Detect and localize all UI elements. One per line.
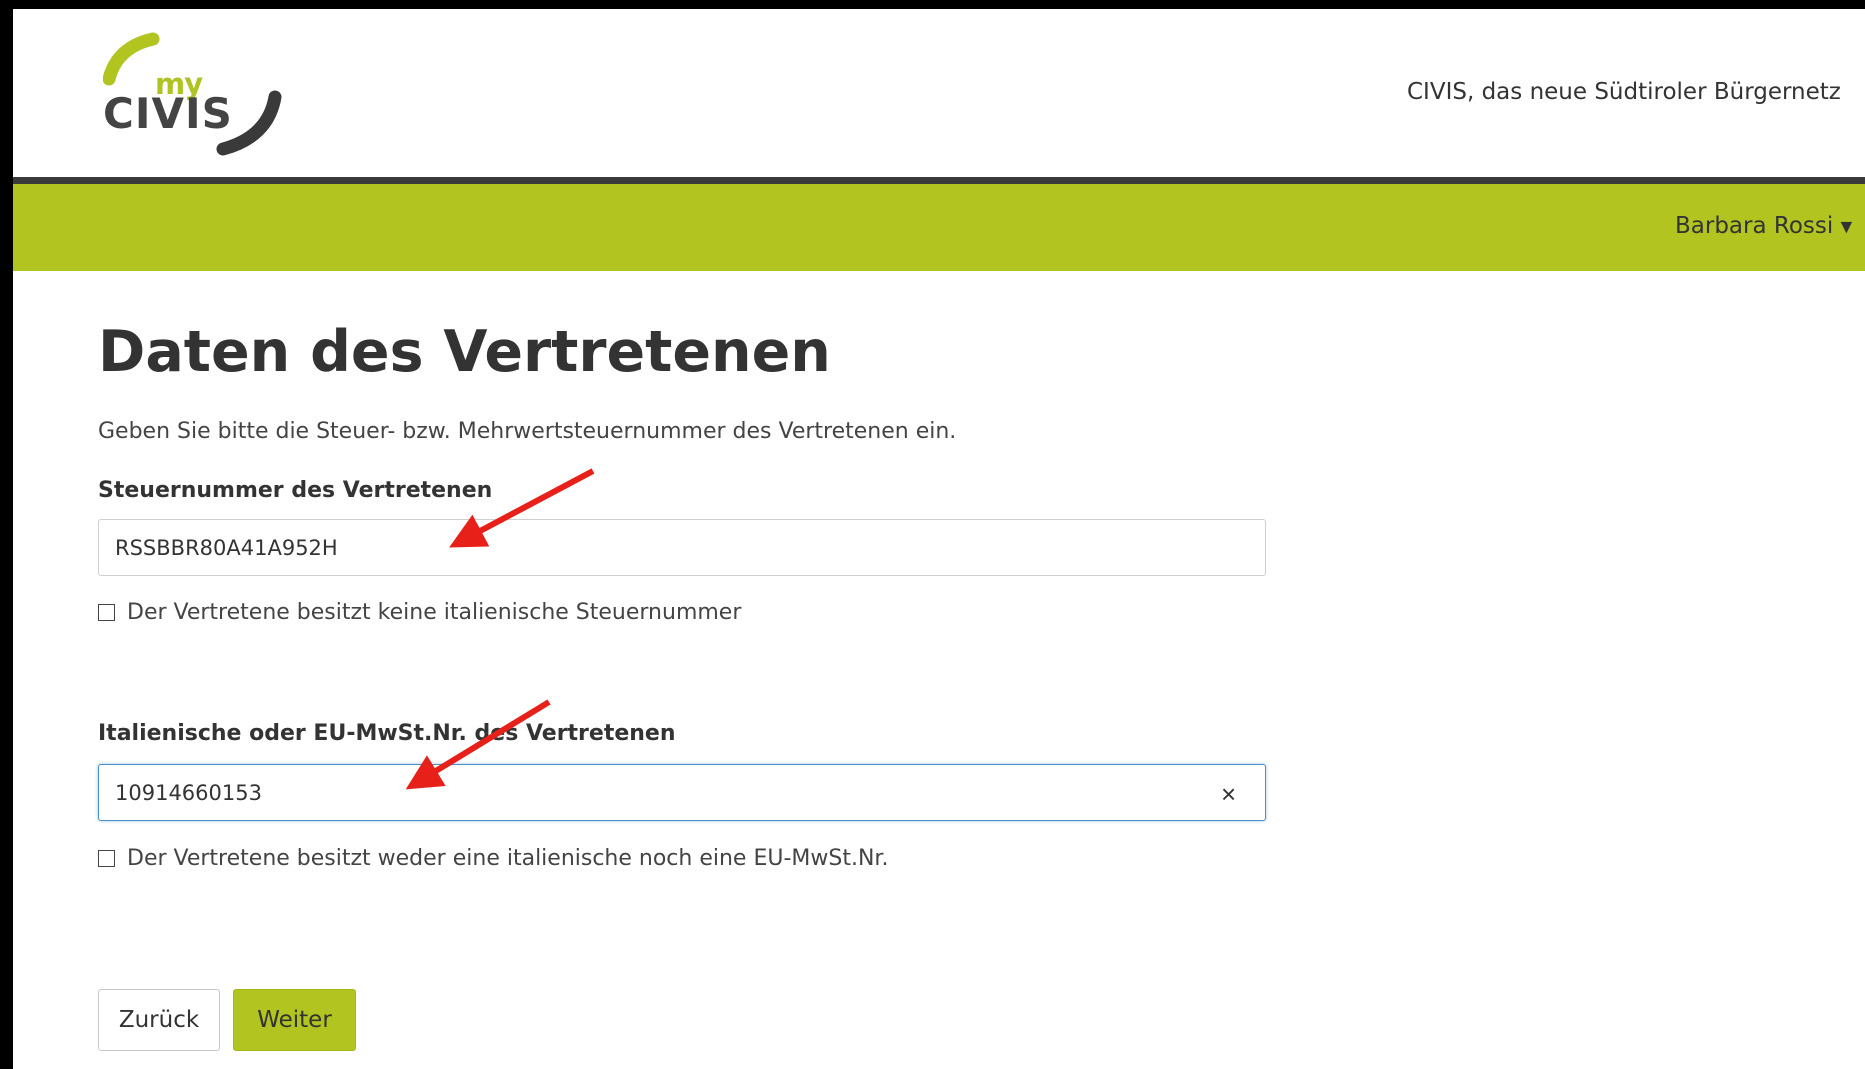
back-button[interactable]: Zurück [98,989,220,1051]
header-divider [13,177,1865,184]
tax-number-input[interactable] [98,519,1266,576]
no-vat-number-checkbox-label: Der Vertretene besitzt weder eine italie… [127,846,889,871]
intro-text: Geben Sie bitte die Steuer- bzw. Mehrwer… [98,419,957,444]
page-frame: my CIVIS CIVIS, das neue Südtiroler Bürg… [0,0,1865,1069]
vat-number-input[interactable] [98,764,1266,821]
no-tax-number-checkbox-label: Der Vertretene besitzt keine italienisch… [127,600,742,625]
page-title: Daten des Vertretenen [98,319,831,385]
no-tax-number-checkbox-row[interactable]: Der Vertretene besitzt keine italienisch… [98,600,741,625]
user-bar [13,184,1865,271]
header: my CIVIS CIVIS, das neue Südtiroler Bürg… [13,9,1865,177]
clear-icon[interactable]: × [1221,779,1236,810]
tax-number-label: Steuernummer des Vertretenen [98,478,493,503]
header-tagline: CIVIS, das neue Südtiroler Bürgernetz [1407,79,1841,105]
user-menu[interactable]: Barbara Rossi ▼ [1675,213,1852,239]
caret-down-icon: ▼ [1840,217,1853,236]
next-button[interactable]: Weiter [233,989,356,1051]
no-vat-number-checkbox-row[interactable]: Der Vertretene besitzt weder eine italie… [98,846,888,871]
mycivis-logo[interactable]: my CIVIS [103,27,293,177]
vat-number-label: Italienische oder EU-MwSt.Nr. des Vertre… [98,721,676,746]
user-name: Barbara Rossi [1675,213,1834,239]
logo-civis-text: CIVIS [103,89,233,138]
checkbox-icon[interactable] [98,850,115,867]
checkbox-icon[interactable] [98,604,115,621]
